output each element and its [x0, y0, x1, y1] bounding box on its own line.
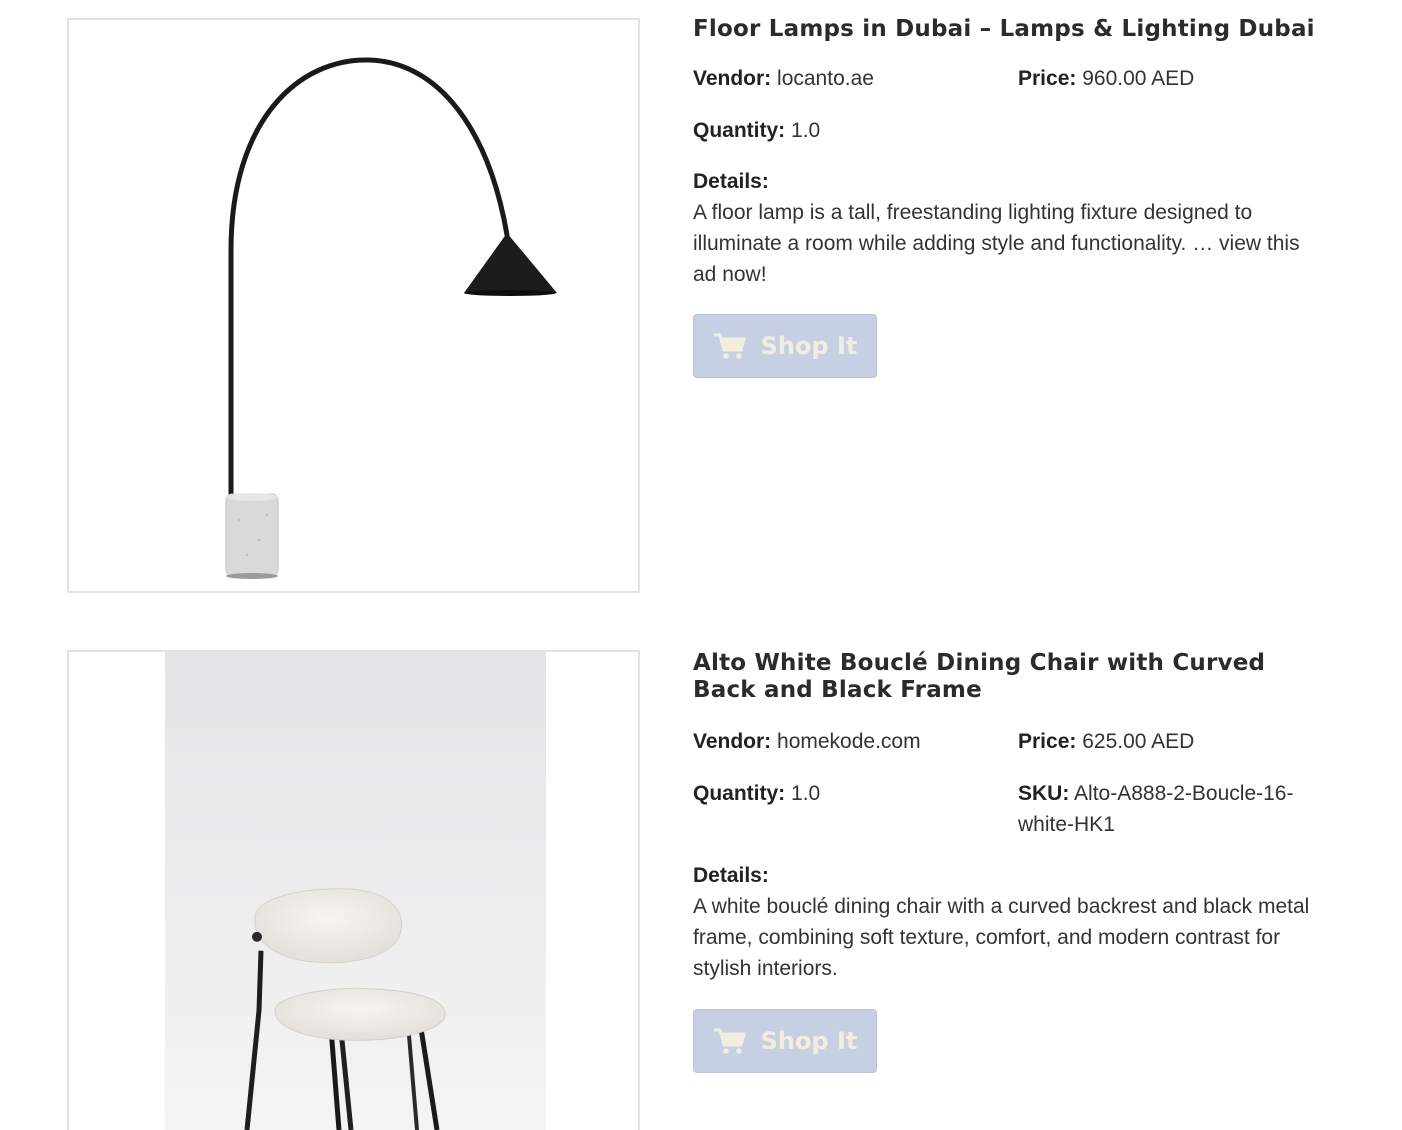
price-value: 960.00 AED — [1082, 67, 1195, 90]
price-field: Price: 960.00 AED — [1018, 63, 1194, 94]
cart-icon — [713, 333, 746, 359]
product-image-frame[interactable] — [67, 650, 640, 1130]
details-text: A floor lamp is a tall, freestanding lig… — [693, 201, 1300, 286]
product-card: Alto White Bouclé Dining Chair with Curv… — [0, 630, 1402, 1130]
vendor-label: Vendor: — [693, 730, 772, 753]
floor-lamp-image — [69, 20, 638, 591]
product-title[interactable]: Floor Lamps in Dubai – Lamps & Lighting … — [693, 16, 1333, 43]
vendor-field: Vendor: locanto.ae — [693, 63, 874, 94]
vendor-value: homekode.com — [777, 730, 921, 753]
sku-field: SKU: Alto-A888-2-Boucle-16-white-HK1 — [1018, 778, 1318, 840]
quantity-field: Quantity: 1.0 — [693, 115, 820, 146]
quantity-field: Quantity: 1.0 — [693, 778, 820, 809]
details-text: A white bouclé dining chair with a curve… — [693, 895, 1310, 980]
product-card: Floor Lamps in Dubai – Lamps & Lighting … — [0, 0, 1402, 610]
sku-label: SKU: — [1018, 782, 1070, 805]
product-info: Alto White Bouclé Dining Chair with Curv… — [693, 650, 1333, 1073]
shop-it-button[interactable]: Shop It — [693, 314, 877, 378]
price-field: Price: 625.00 AED — [1018, 726, 1194, 757]
details-label: Details: — [693, 170, 769, 193]
dining-chair-image — [69, 652, 638, 1130]
quantity-value: 1.0 — [791, 119, 821, 142]
price-label: Price: — [1018, 730, 1077, 753]
product-image-frame[interactable] — [67, 18, 640, 593]
shop-it-label: Shop It — [760, 332, 858, 360]
cart-icon — [713, 1028, 746, 1054]
price-label: Price: — [1018, 67, 1077, 90]
shop-it-button[interactable]: Shop It — [693, 1009, 877, 1073]
vendor-label: Vendor: — [693, 67, 772, 90]
quantity-value: 1.0 — [791, 782, 821, 805]
product-title[interactable]: Alto White Bouclé Dining Chair with Curv… — [693, 650, 1333, 704]
product-info: Floor Lamps in Dubai – Lamps & Lighting … — [693, 16, 1333, 378]
details-label: Details: — [693, 864, 769, 887]
vendor-field: Vendor: homekode.com — [693, 726, 921, 757]
quantity-label: Quantity: — [693, 119, 786, 142]
quantity-label: Quantity: — [693, 782, 786, 805]
shop-it-label: Shop It — [760, 1027, 858, 1055]
price-value: 625.00 AED — [1082, 730, 1195, 753]
vendor-value: locanto.ae — [777, 67, 874, 90]
